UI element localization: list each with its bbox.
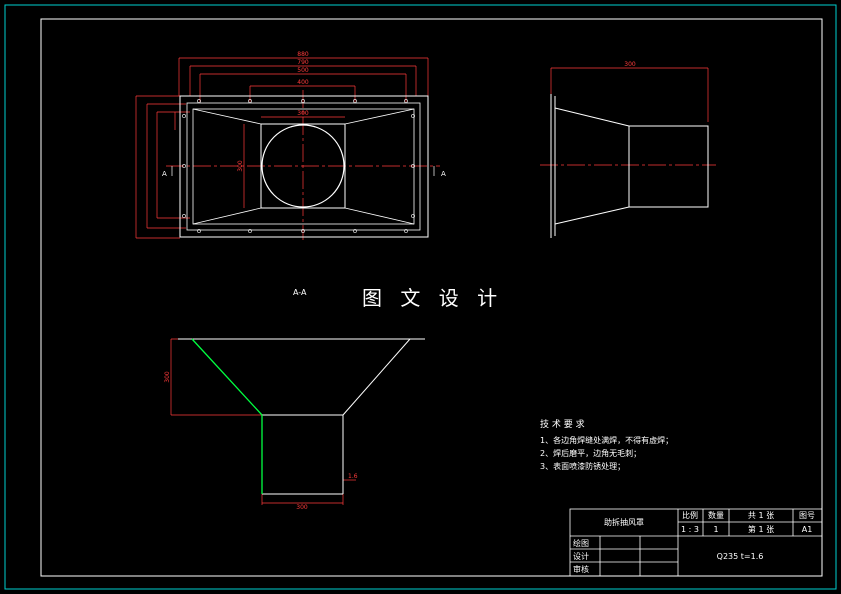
top-dim-text: 880 — [297, 51, 309, 58]
side-view: 300 — [540, 61, 716, 238]
top-dim-text: 400 — [297, 79, 309, 86]
tb-value: 1 — [713, 525, 718, 534]
tech-req-item: 1、各边角焊缝处满焊，不得有虚焊； — [540, 435, 673, 445]
section-dim-text: 1.6 — [348, 473, 358, 480]
tb-header: 数量 — [708, 510, 724, 520]
side-dim-text: 300 — [624, 61, 636, 68]
tech-req-heading: 技 术 要 求 — [540, 418, 585, 430]
technical-requirements: 技 术 要 求 1、各边角焊缝处满焊，不得有虚焊； 2、焊后磨平，边角无毛刺； … — [540, 418, 673, 471]
section-dim-text: 300 — [296, 504, 308, 511]
tb-header: 比例 — [682, 510, 698, 520]
top-dim-text: 300 — [297, 110, 309, 117]
title-block: 助拆抽风罩 比例 数量 共 1 张 图号 1 : 3 1 第 1 张 A1 绘图… — [569, 508, 823, 577]
top-view: 880 790 500 400 300 300 A A — [135, 51, 446, 240]
tb-header: 图号 — [799, 511, 815, 520]
tb-role: 绘图 — [573, 538, 589, 548]
top-dim-text: 300 — [237, 160, 244, 172]
tech-req-item: 3、表面喷漆防锈处理； — [540, 461, 625, 471]
section-marker-left: A — [162, 170, 167, 178]
tb-value: 1 : 3 — [681, 525, 699, 534]
tb-value: A1 — [802, 525, 813, 534]
tech-req-item: 2、焊后磨平，边角无毛刺； — [540, 448, 641, 458]
tb-value: 第 1 张 — [748, 524, 774, 534]
tb-role: 设计 — [573, 551, 589, 561]
section-label: A-A — [293, 288, 307, 297]
top-dim-text: 790 — [297, 59, 309, 66]
top-dim-text: 500 — [297, 67, 309, 74]
material-spec: Q235 t=1.6 — [717, 552, 764, 561]
watermark-title: 图 文 设 计 — [362, 286, 503, 310]
tb-role: 审核 — [573, 564, 589, 574]
part-name: 助拆抽风罩 — [604, 517, 644, 527]
section-view: 300 1.6 300 — [164, 338, 425, 511]
tb-header: 共 1 张 — [748, 511, 774, 520]
section-marker-right: A — [441, 170, 446, 178]
cad-drawing: 880 790 500 400 300 300 A A 300 300 1.6 … — [4, 4, 837, 590]
section-dim-text: 300 — [164, 371, 171, 383]
